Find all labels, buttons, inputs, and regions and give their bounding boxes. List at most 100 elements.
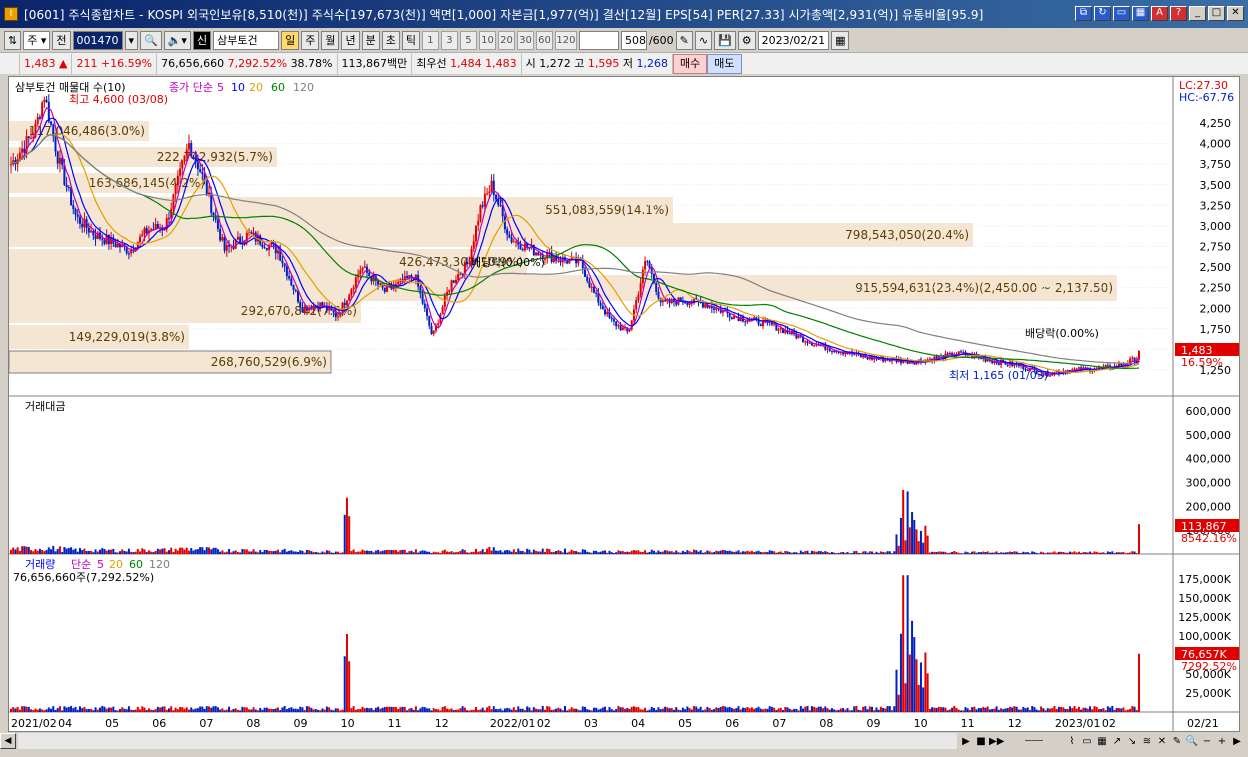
date-input[interactable]: 2023/02/21 bbox=[757, 30, 830, 50]
a-icon[interactable]: A bbox=[1151, 6, 1168, 21]
window-icon[interactable]: ▭ bbox=[1113, 6, 1130, 21]
chart-svg[interactable]: 117,046,486(3.0%)222,742,932(5.7%)163,68… bbox=[8, 77, 1239, 731]
amount-bar bbox=[853, 551, 856, 554]
candle-body bbox=[1077, 367, 1080, 369]
volume-ma-label: 단순 bbox=[71, 558, 91, 571]
volume-bar bbox=[1084, 707, 1087, 712]
volume-bar bbox=[788, 708, 791, 712]
link-icon[interactable]: ⧉ bbox=[1075, 6, 1092, 21]
box-tool-icon[interactable]: ▭ bbox=[1080, 736, 1094, 747]
market-select[interactable]: 주 ▾ bbox=[23, 30, 51, 50]
amount-bar bbox=[221, 550, 224, 554]
close-button[interactable]: ✕ bbox=[1227, 6, 1244, 21]
save-icon[interactable]: 💾 bbox=[714, 30, 736, 50]
trend-icon[interactable]: ∿ bbox=[694, 30, 713, 50]
interval-30[interactable]: 30 bbox=[516, 30, 534, 50]
scope-button[interactable]: 전 bbox=[52, 30, 71, 50]
name-prefix-badge: 신 bbox=[192, 30, 212, 50]
fib-tool-icon[interactable]: ≋ bbox=[1140, 736, 1154, 747]
volume-bar bbox=[1124, 710, 1127, 712]
sell-button[interactable]: 매도 bbox=[707, 53, 742, 74]
volume-bar bbox=[114, 710, 117, 712]
candle-body bbox=[448, 289, 451, 292]
volume-bar bbox=[695, 706, 698, 712]
scroll-right-icon[interactable]: ▶ bbox=[1230, 736, 1244, 747]
volume-bar bbox=[205, 706, 208, 712]
zoom-out-icon[interactable]: − bbox=[1200, 736, 1214, 747]
scroll-track[interactable] bbox=[18, 733, 957, 749]
tab-period-month[interactable]: 월 bbox=[321, 30, 340, 50]
arrow-tool-icon[interactable]: ↘ bbox=[1125, 736, 1139, 747]
calendar-icon[interactable]: ▦ bbox=[831, 30, 850, 50]
help-icon[interactable]: ? bbox=[1170, 6, 1187, 21]
tab-period-week[interactable]: 주 bbox=[301, 30, 320, 50]
zoom-icon[interactable]: 🔍 bbox=[1185, 736, 1199, 747]
volume-bar bbox=[192, 709, 195, 712]
volume-bar bbox=[483, 710, 486, 712]
interval-60[interactable]: 60 bbox=[535, 30, 553, 50]
volume-bar bbox=[1131, 706, 1134, 712]
line-tool-icon[interactable]: ⌇ bbox=[1065, 736, 1079, 747]
candle-body bbox=[459, 273, 462, 275]
volume-bar bbox=[401, 706, 404, 712]
amount-bar bbox=[147, 550, 150, 554]
slider-icon[interactable]: ┄┄┄ bbox=[1004, 736, 1064, 747]
grid-tool-icon[interactable]: ▦ bbox=[1095, 736, 1109, 747]
tab-period-day[interactable]: 일 bbox=[281, 30, 300, 50]
interval-3[interactable]: 3 bbox=[440, 30, 458, 50]
candle-body bbox=[637, 294, 640, 301]
stop-icon[interactable]: ■ bbox=[974, 736, 988, 747]
volume-bar bbox=[1106, 706, 1109, 712]
candle-body bbox=[601, 305, 604, 310]
candle-body bbox=[806, 341, 809, 344]
tile-icon[interactable]: ▦ bbox=[1132, 6, 1149, 21]
tab-period-tick[interactable]: 틱 bbox=[401, 30, 420, 50]
volume-bar bbox=[964, 707, 967, 712]
chart-area[interactable]: 117,046,486(3.0%) 222,742,932(5.7%) 163,68… bbox=[8, 76, 1240, 732]
volume-bar bbox=[817, 706, 820, 712]
pin-icon[interactable]: ⇅ bbox=[4, 30, 22, 50]
volume-bar bbox=[837, 709, 840, 712]
volume-bar bbox=[283, 705, 286, 712]
draw-tool-icon[interactable]: ✎ bbox=[1170, 736, 1184, 747]
cross-tool-icon[interactable]: ✕ bbox=[1155, 736, 1169, 747]
sound-icon[interactable]: 🔈▾ bbox=[163, 30, 191, 50]
volume-bar bbox=[259, 707, 262, 712]
play-icon[interactable]: ▶ bbox=[959, 736, 973, 747]
interval-5[interactable]: 5 bbox=[459, 30, 477, 50]
trend-tool-icon[interactable]: ↗ bbox=[1110, 736, 1124, 747]
volume-bar bbox=[572, 708, 575, 712]
volume-bar bbox=[741, 707, 744, 712]
horizontal-scrollbar[interactable]: ◀ ▶ ■ ▶▶ ┄┄┄ ⌇ ▭ ▦ ↗ ↘ ≋ ✕ ✎ 🔍 − + ▶ bbox=[0, 732, 1248, 750]
zoom-in-icon[interactable]: + bbox=[1215, 736, 1229, 747]
candle-body bbox=[201, 171, 204, 175]
volume-bar bbox=[1138, 653, 1140, 712]
scroll-left-icon[interactable]: ◀ bbox=[0, 733, 16, 749]
candle-body bbox=[492, 180, 495, 196]
count-input[interactable]: 508 bbox=[620, 30, 647, 50]
interval-20[interactable]: 20 bbox=[497, 30, 515, 50]
interval-custom-input[interactable] bbox=[578, 30, 619, 50]
interval-1[interactable]: 1 bbox=[421, 30, 439, 50]
refresh-icon[interactable]: ↻ bbox=[1094, 6, 1111, 21]
fast-forward-icon[interactable]: ▶▶ bbox=[989, 736, 1004, 747]
amount-bar bbox=[1040, 551, 1043, 554]
maximize-button[interactable]: □ bbox=[1208, 6, 1225, 21]
amount-bar bbox=[439, 552, 442, 554]
tab-period-year[interactable]: 년 bbox=[341, 30, 360, 50]
minimize-button[interactable]: _ bbox=[1189, 6, 1206, 21]
search-icon[interactable]: 🔍 bbox=[140, 30, 162, 50]
volume-bar bbox=[601, 707, 604, 712]
code-dropdown-icon[interactable]: ▾ bbox=[124, 30, 139, 50]
interval-120[interactable]: 120 bbox=[554, 30, 577, 50]
code-input[interactable]: 001470 bbox=[72, 30, 123, 50]
interval-10[interactable]: 10 bbox=[478, 30, 496, 50]
buy-button[interactable]: 매수 bbox=[673, 53, 708, 74]
tab-period-minute[interactable]: 분 bbox=[361, 30, 380, 50]
chart-type-icon[interactable]: ✎ bbox=[675, 30, 693, 50]
amount-bar bbox=[354, 552, 357, 554]
stock-name-field[interactable]: 삼부토건 bbox=[213, 30, 280, 50]
amount-bar bbox=[612, 552, 615, 554]
tab-period-second[interactable]: 초 bbox=[381, 30, 400, 50]
settings-icon[interactable]: ⚙ bbox=[737, 30, 756, 50]
